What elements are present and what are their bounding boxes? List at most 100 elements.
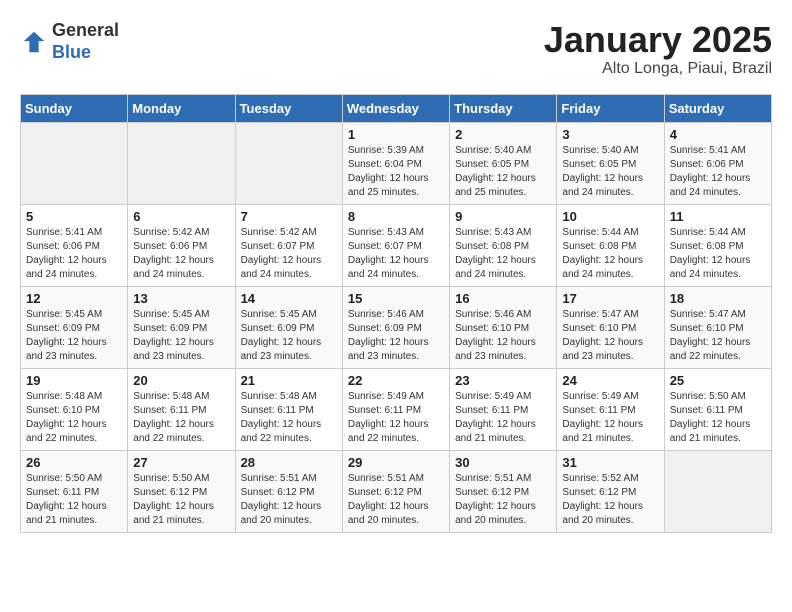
cell-content: Sunrise: 5:41 AMSunset: 6:06 PMDaylight:… bbox=[670, 144, 766, 200]
calendar-cell: 21Sunrise: 5:48 AMSunset: 6:11 PMDayligh… bbox=[235, 368, 342, 450]
calendar-cell: 10 Sunrise: 5:44 AMSunset: 6:08 PMDayligh… bbox=[557, 204, 664, 286]
day-number: 23 bbox=[455, 373, 551, 388]
calendar-cell: 8 Sunrise: 5:43 AMSunset: 6:07 PMDaylight… bbox=[342, 204, 449, 286]
calendar-cell: 30 Sunrise: 5:51 AMSunset: 6:12 PMDayligh… bbox=[450, 450, 557, 532]
day-number: 6 bbox=[133, 209, 229, 224]
weekday-header-saturday: Saturday bbox=[664, 94, 771, 122]
cell-content: Sunrise: 5:40 AMSunset: 6:05 PMDaylight:… bbox=[562, 144, 658, 200]
day-number: 19 bbox=[26, 373, 122, 388]
day-number: 2 bbox=[455, 127, 551, 142]
page-header: General Blue January 2025 Alto Longa, Pi… bbox=[20, 20, 772, 78]
weekday-header-monday: Monday bbox=[128, 94, 235, 122]
cell-content: Sunrise: 5:45 AMSunset: 6:09 PMDaylight:… bbox=[241, 308, 337, 364]
calendar-cell: 26 Sunrise: 5:50 AMSunset: 6:11 PMDayligh… bbox=[21, 450, 128, 532]
cell-content: Sunrise: 5:45 AMSunset: 6:09 PMDaylight:… bbox=[26, 308, 122, 364]
weekday-header-wednesday: Wednesday bbox=[342, 94, 449, 122]
calendar-cell: 9 Sunrise: 5:43 AMSunset: 6:08 PMDaylight… bbox=[450, 204, 557, 286]
cell-content: Sunrise: 5:44 AMSunset: 6:08 PMDaylight:… bbox=[562, 226, 658, 282]
calendar-cell: 28 Sunrise: 5:51 AMSunset: 6:12 PMDayligh… bbox=[235, 450, 342, 532]
cell-content: Sunrise: 5:50 AMSunset: 6:11 PMDaylight:… bbox=[670, 390, 766, 446]
day-number: 10 bbox=[562, 209, 658, 224]
calendar-cell: 15Sunrise: 5:46 AMSunset: 6:09 PMDayligh… bbox=[342, 286, 449, 368]
day-number: 9 bbox=[455, 209, 551, 224]
cell-content: Sunrise: 5:46 AMSunset: 6:10 PMDaylight:… bbox=[455, 308, 551, 364]
logo: General Blue bbox=[20, 20, 119, 63]
calendar-cell: 24Sunrise: 5:49 AMSunset: 6:11 PMDayligh… bbox=[557, 368, 664, 450]
calendar-cell: 19 Sunrise: 5:48 AMSunset: 6:10 PMDayligh… bbox=[21, 368, 128, 450]
day-number: 13 bbox=[133, 291, 229, 306]
weekday-header-tuesday: Tuesday bbox=[235, 94, 342, 122]
day-number: 12 bbox=[26, 291, 122, 306]
logo-general-text: General bbox=[52, 20, 119, 42]
calendar-cell: 13 Sunrise: 5:45 AMSunset: 6:09 PMDayligh… bbox=[128, 286, 235, 368]
day-number: 4 bbox=[670, 127, 766, 142]
calendar-cell bbox=[21, 122, 128, 204]
cell-content: Sunrise: 5:48 AMSunset: 6:11 PMDaylight:… bbox=[133, 390, 229, 446]
calendar-cell: 22Sunrise: 5:49 AMSunset: 6:11 PMDayligh… bbox=[342, 368, 449, 450]
day-number: 24 bbox=[562, 373, 658, 388]
logo-icon bbox=[20, 28, 48, 56]
day-number: 26 bbox=[26, 455, 122, 470]
cell-content: Sunrise: 5:52 AMSunset: 6:12 PMDaylight:… bbox=[562, 472, 658, 528]
calendar-cell: 6 Sunrise: 5:42 AMSunset: 6:06 PMDaylight… bbox=[128, 204, 235, 286]
cell-content: Sunrise: 5:51 AMSunset: 6:12 PMDaylight:… bbox=[348, 472, 444, 528]
day-number: 3 bbox=[562, 127, 658, 142]
weekday-header-sunday: Sunday bbox=[21, 94, 128, 122]
day-number: 5 bbox=[26, 209, 122, 224]
cell-content: Sunrise: 5:44 AMSunset: 6:08 PMDaylight:… bbox=[670, 226, 766, 282]
cell-content: Sunrise: 5:49 AMSunset: 6:11 PMDaylight:… bbox=[455, 390, 551, 446]
calendar-cell: 14 Sunrise: 5:45 AMSunset: 6:09 PMDayligh… bbox=[235, 286, 342, 368]
cell-content: Sunrise: 5:46 AMSunset: 6:09 PMDaylight:… bbox=[348, 308, 444, 364]
cell-content: Sunrise: 5:39 AMSunset: 6:04 PMDaylight:… bbox=[348, 144, 444, 200]
calendar-cell: 27 Sunrise: 5:50 AMSunset: 6:12 PMDayligh… bbox=[128, 450, 235, 532]
day-number: 28 bbox=[241, 455, 337, 470]
calendar-cell: 29 Sunrise: 5:51 AMSunset: 6:12 PMDayligh… bbox=[342, 450, 449, 532]
cell-content: Sunrise: 5:51 AMSunset: 6:12 PMDaylight:… bbox=[455, 472, 551, 528]
cell-content: Sunrise: 5:50 AMSunset: 6:11 PMDaylight:… bbox=[26, 472, 122, 528]
day-number: 11 bbox=[670, 209, 766, 224]
calendar-cell: 1 Sunrise: 5:39 AMSunset: 6:04 PMDaylight… bbox=[342, 122, 449, 204]
cell-content: Sunrise: 5:51 AMSunset: 6:12 PMDaylight:… bbox=[241, 472, 337, 528]
calendar-cell bbox=[235, 122, 342, 204]
calendar-cell: 3 Sunrise: 5:40 AMSunset: 6:05 PMDaylight… bbox=[557, 122, 664, 204]
calendar-cell: 23 Sunrise: 5:49 AMSunset: 6:11 PMDayligh… bbox=[450, 368, 557, 450]
day-number: 1 bbox=[348, 127, 444, 142]
cell-content: Sunrise: 5:41 AMSunset: 6:06 PMDaylight:… bbox=[26, 226, 122, 282]
title-block: January 2025 Alto Longa, Piaui, Brazil bbox=[544, 20, 772, 78]
cell-content: Sunrise: 5:40 AMSunset: 6:05 PMDaylight:… bbox=[455, 144, 551, 200]
day-number: 25 bbox=[670, 373, 766, 388]
calendar-cell: 12 Sunrise: 5:45 AMSunset: 6:09 PMDayligh… bbox=[21, 286, 128, 368]
weekday-header-thursday: Thursday bbox=[450, 94, 557, 122]
calendar-title: January 2025 bbox=[544, 20, 772, 60]
calendar-subtitle: Alto Longa, Piaui, Brazil bbox=[544, 60, 772, 78]
calendar-table: SundayMondayTuesdayWednesdayThursdayFrid… bbox=[20, 94, 772, 533]
calendar-cell: 31 Sunrise: 5:52 AMSunset: 6:12 PMDayligh… bbox=[557, 450, 664, 532]
day-number: 29 bbox=[348, 455, 444, 470]
cell-content: Sunrise: 5:45 AMSunset: 6:09 PMDaylight:… bbox=[133, 308, 229, 364]
day-number: 27 bbox=[133, 455, 229, 470]
day-number: 18 bbox=[670, 291, 766, 306]
cell-content: Sunrise: 5:48 AMSunset: 6:10 PMDaylight:… bbox=[26, 390, 122, 446]
calendar-cell bbox=[128, 122, 235, 204]
day-number: 31 bbox=[562, 455, 658, 470]
day-number: 14 bbox=[241, 291, 337, 306]
calendar-cell: 5 Sunrise: 5:41 AMSunset: 6:06 PMDaylight… bbox=[21, 204, 128, 286]
calendar-cell: 7Sunrise: 5:42 AMSunset: 6:07 PMDaylight… bbox=[235, 204, 342, 286]
calendar-cell bbox=[664, 450, 771, 532]
day-number: 30 bbox=[455, 455, 551, 470]
day-number: 21 bbox=[241, 373, 337, 388]
cell-content: Sunrise: 5:47 AMSunset: 6:10 PMDaylight:… bbox=[562, 308, 658, 364]
day-number: 16 bbox=[455, 291, 551, 306]
cell-content: Sunrise: 5:43 AMSunset: 6:07 PMDaylight:… bbox=[348, 226, 444, 282]
calendar-cell: 2 Sunrise: 5:40 AMSunset: 6:05 PMDaylight… bbox=[450, 122, 557, 204]
cell-content: Sunrise: 5:42 AMSunset: 6:06 PMDaylight:… bbox=[133, 226, 229, 282]
day-number: 7 bbox=[241, 209, 337, 224]
cell-content: Sunrise: 5:50 AMSunset: 6:12 PMDaylight:… bbox=[133, 472, 229, 528]
cell-content: Sunrise: 5:43 AMSunset: 6:08 PMDaylight:… bbox=[455, 226, 551, 282]
calendar-cell: 16 Sunrise: 5:46 AMSunset: 6:10 PMDayligh… bbox=[450, 286, 557, 368]
weekday-header-friday: Friday bbox=[557, 94, 664, 122]
calendar-cell: 17Sunrise: 5:47 AMSunset: 6:10 PMDayligh… bbox=[557, 286, 664, 368]
cell-content: Sunrise: 5:47 AMSunset: 6:10 PMDaylight:… bbox=[670, 308, 766, 364]
day-number: 8 bbox=[348, 209, 444, 224]
calendar-cell: 20Sunrise: 5:48 AMSunset: 6:11 PMDayligh… bbox=[128, 368, 235, 450]
